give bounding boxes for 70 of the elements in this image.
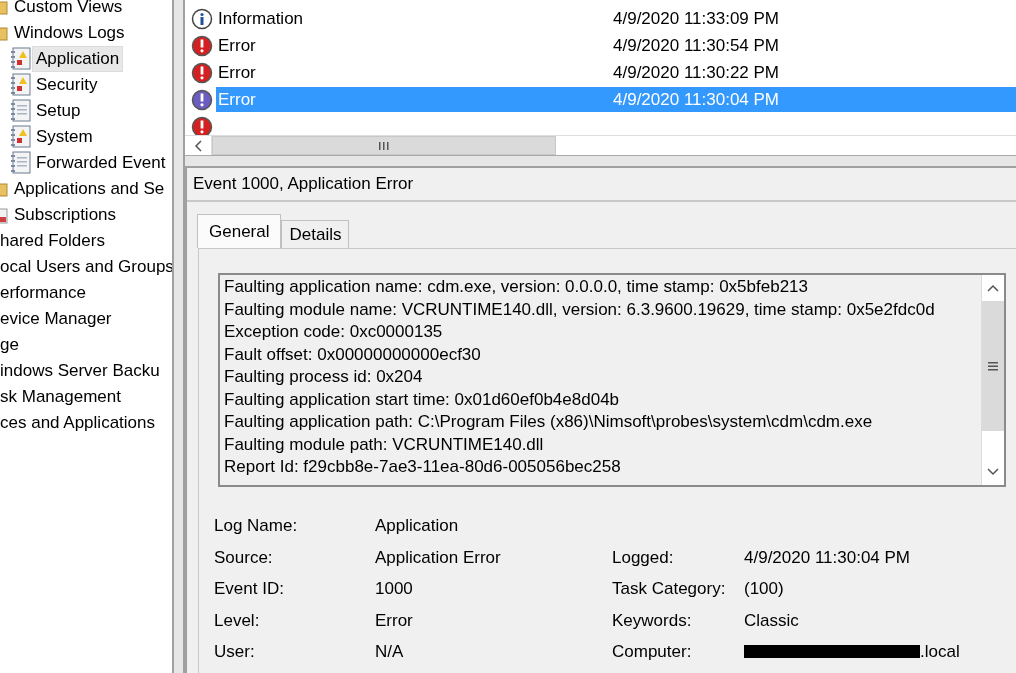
log-icon bbox=[10, 124, 32, 149]
log-icon bbox=[10, 46, 32, 71]
scroll-up-icon[interactable] bbox=[987, 284, 999, 292]
tree-item[interactable]: Forwarded Event bbox=[32, 149, 170, 176]
event-level[interactable]: Error bbox=[216, 33, 613, 58]
description-line: Faulting application name: cdm.exe, version: 0.0.0.0, time stamp: 0x5bfeb213 bbox=[224, 276, 809, 298]
field-label: Log Name: bbox=[214, 515, 299, 537]
field-value: Application bbox=[375, 515, 460, 537]
event-date[interactable]: 4/9/2020 11:30:22 PM bbox=[613, 60, 1016, 85]
field-value: Application Error bbox=[375, 546, 502, 569]
event-title: Event 1000, Application Error bbox=[187, 168, 1016, 202]
field-label: Logged: bbox=[612, 546, 675, 569]
tree-item[interactable]: evice Manager bbox=[0, 305, 116, 332]
tree-item[interactable]: ces and Applications bbox=[0, 409, 159, 436]
field-label: Level: bbox=[214, 609, 261, 632]
scroll-left-icon[interactable] bbox=[194, 139, 202, 152]
field-value: N/A bbox=[375, 641, 405, 663]
log-icon bbox=[10, 150, 32, 175]
description-line: Report Id: f29cbb8e-7ae3-11ea-80d6-005056bec258 bbox=[224, 456, 622, 478]
scroll-down-icon[interactable] bbox=[987, 468, 999, 476]
field-label: Task Category: bbox=[612, 578, 727, 600]
field-label: Source: bbox=[214, 546, 274, 569]
field-value: 4/9/2020 11:30:04 PM bbox=[744, 546, 912, 569]
tree-item[interactable]: Setup bbox=[32, 97, 85, 124]
description-line: Faulting module path: VCRUNTIME140.dll bbox=[224, 433, 545, 456]
tree-item[interactable]: Applications and Se bbox=[10, 175, 169, 202]
tree-item[interactable]: System bbox=[32, 123, 97, 150]
description-line: Faulting application path: C:\Program Files (x86)\Nimsoft\probes\system\cdm\cdm.exe bbox=[224, 411, 874, 433]
field-value: 1000 bbox=[375, 578, 414, 600]
field-value: .local bbox=[920, 641, 960, 663]
description-line: Fault offset: 0x00000000000ecf30 bbox=[224, 343, 482, 366]
event-level[interactable]: Error bbox=[216, 60, 613, 85]
field-label: Keywords: bbox=[612, 609, 693, 632]
error-icon bbox=[191, 61, 213, 84]
pane-splitter[interactable] bbox=[172, 0, 185, 673]
field-label: Event ID: bbox=[214, 578, 285, 600]
tree-item[interactable]: hared Folders bbox=[0, 227, 109, 254]
event-level[interactable]: Information bbox=[216, 6, 613, 31]
tree-item[interactable]: ge bbox=[0, 331, 23, 358]
tree-item[interactable]: Application bbox=[32, 45, 124, 72]
field-label: Computer: bbox=[612, 641, 693, 663]
field-value: (100) bbox=[744, 578, 785, 600]
tree-item[interactable]: Custom Views bbox=[10, 0, 127, 20]
description-line: Exception code: 0xc0000135 bbox=[224, 321, 444, 343]
folder-icon bbox=[0, 0, 8, 17]
description-line: Faulting application start time: 0x01d60ef0b4e8d04b bbox=[224, 388, 621, 411]
log-icon bbox=[10, 72, 32, 97]
event-date[interactable]: 4/9/2020 11:33:09 PM bbox=[613, 6, 1016, 31]
tree-item[interactable]: Security bbox=[32, 71, 102, 98]
tree-item[interactable]: erformance bbox=[0, 279, 90, 306]
field-value: Classic bbox=[744, 609, 800, 632]
tab[interactable]: General bbox=[197, 214, 282, 248]
scrollbar-thumb[interactable] bbox=[982, 301, 1004, 431]
tree-item[interactable]: Subscriptions bbox=[10, 201, 121, 228]
tree-item[interactable]: indows Server Backu bbox=[0, 357, 164, 384]
information-icon bbox=[191, 7, 213, 30]
tree-item[interactable]: Windows Logs bbox=[10, 19, 129, 46]
grip-icon bbox=[378, 140, 390, 151]
field-value: Error bbox=[375, 609, 414, 632]
field-label: User: bbox=[214, 641, 256, 663]
description-line: Faulting process id: 0x204 bbox=[224, 366, 424, 388]
tab[interactable]: Details bbox=[281, 220, 350, 248]
scrollbar-thumb[interactable] bbox=[212, 136, 556, 155]
log-icon bbox=[10, 98, 32, 123]
error-icon bbox=[191, 88, 213, 111]
description-line: Faulting module name: VCRUNTIME140.dll, version: 6.3.9600.19629, time stamp: 0x5e2fdc0d bbox=[224, 298, 936, 321]
tree-item[interactable]: sk Management bbox=[0, 383, 125, 410]
event-date[interactable]: 4/9/2020 11:30:54 PM bbox=[613, 33, 1016, 58]
grip-icon bbox=[988, 361, 998, 371]
error-icon bbox=[191, 34, 213, 57]
